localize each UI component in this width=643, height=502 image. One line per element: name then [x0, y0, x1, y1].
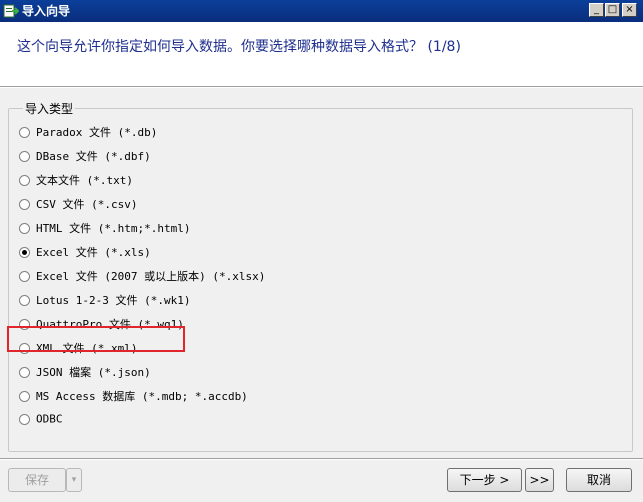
window-title: 导入向导 [22, 4, 71, 18]
import-option[interactable]: Excel 文件 (*.xls) [19, 244, 151, 260]
import-option-label: Paradox 文件 (*.db) [36, 126, 158, 139]
import-option-label: Lotus 1-2-3 文件 (*.wk1) [36, 294, 191, 307]
import-option-label: HTML 文件 (*.htm;*.html) [36, 222, 191, 235]
import-option[interactable]: Paradox 文件 (*.db) [19, 124, 157, 140]
import-option-label: JSON 檔案 (*.json) [36, 366, 151, 379]
import-option-label: ODBC [36, 412, 63, 426]
import-option[interactable]: ODBC [19, 412, 63, 428]
import-option[interactable]: JSON 檔案 (*.json) [19, 364, 151, 380]
import-option[interactable]: HTML 文件 (*.htm;*.html) [19, 220, 190, 236]
save-button[interactable]: 保存 [8, 468, 66, 492]
import-option[interactable]: MS Access 数据库 (*.mdb; *.accdb) [19, 388, 248, 404]
radio-unchecked-icon[interactable] [19, 390, 30, 402]
cancel-button[interactable]: 取消 [566, 468, 632, 492]
radio-unchecked-icon[interactable] [19, 198, 30, 210]
radio-checked-icon[interactable] [19, 246, 30, 258]
wizard-footer: 保存 ▾ 下一步 > >> 取消 [0, 460, 643, 502]
wizard-body: 导入类型 Paradox 文件 (*.db) DBase 文件 (*.dbf) 文本… [0, 88, 643, 458]
import-option-label: MS Access 数据库 (*.mdb; *.accdb) [36, 390, 248, 403]
import-type-legend: 导入类型 [25, 102, 74, 116]
close-button[interactable]: × [622, 3, 637, 17]
import-option-label: DBase 文件 (*.dbf) [36, 150, 151, 163]
import-option[interactable]: CSV 文件 (*.csv) [19, 196, 137, 212]
radio-unchecked-icon[interactable] [19, 222, 30, 234]
radio-unchecked-icon[interactable] [19, 366, 30, 378]
maximize-button[interactable]: □ [605, 3, 620, 17]
next-button[interactable]: 下一步 > [447, 468, 522, 492]
selection-highlight-box [7, 326, 185, 352]
title-bar[interactable]: 导入向导 _ □ × [0, 0, 643, 22]
radio-unchecked-icon[interactable] [19, 294, 30, 306]
radio-unchecked-icon[interactable] [19, 150, 30, 162]
import-option[interactable]: 文本文件 (*.txt) [19, 172, 133, 188]
radio-unchecked-icon[interactable] [19, 126, 30, 138]
radio-unchecked-icon[interactable] [19, 174, 30, 186]
wizard-instruction: 这个向导允许你指定如何导入数据。你要选择哪种数据导入格式？ (1/8) [17, 39, 461, 55]
import-option-label: Excel 文件 (*.xls) [36, 246, 151, 259]
import-option[interactable]: DBase 文件 (*.dbf) [19, 148, 151, 164]
import-option[interactable]: Lotus 1-2-3 文件 (*.wk1) [19, 292, 190, 308]
import-wizard-icon [3, 4, 19, 18]
import-wizard-window: 导入向导 _ □ × 这个向导允许你指定如何导入数据。你要选择哪种数据导入格式？… [0, 0, 643, 502]
radio-unchecked-icon[interactable] [19, 270, 30, 282]
radio-unchecked-icon[interactable] [19, 413, 30, 425]
import-option-label: Excel 文件 (2007 或以上版本) (*.xlsx) [36, 270, 266, 283]
minimize-button[interactable]: _ [589, 3, 604, 17]
import-option-label: CSV 文件 (*.csv) [36, 198, 138, 211]
import-option-label: 文本文件 (*.txt) [36, 174, 133, 187]
import-option[interactable]: Excel 文件 (2007 或以上版本) (*.xlsx) [19, 268, 265, 284]
last-step-button[interactable]: >> [525, 468, 554, 492]
save-dropdown-button[interactable]: ▾ [66, 468, 82, 492]
